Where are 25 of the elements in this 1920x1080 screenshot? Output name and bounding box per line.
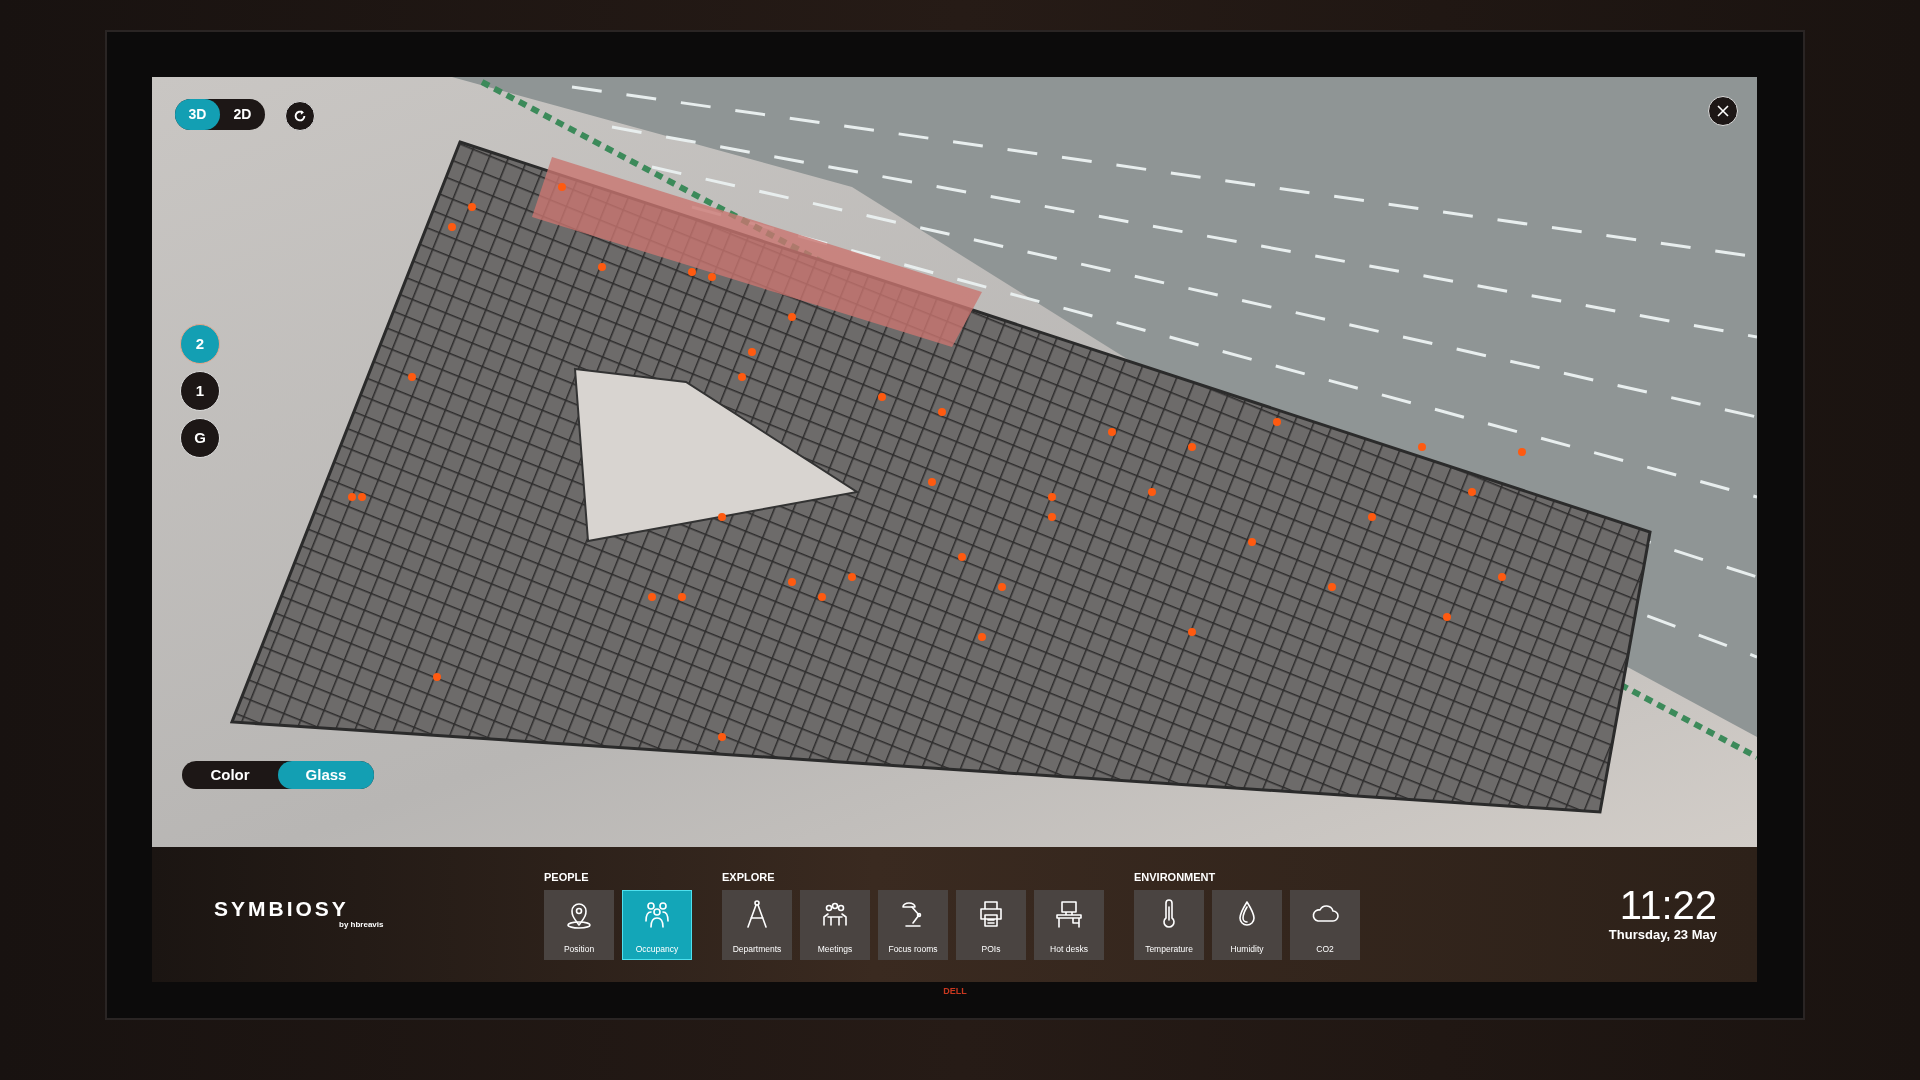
category-heading: PEOPLE xyxy=(544,870,590,886)
render-style-tab[interactable]: Color xyxy=(182,761,278,789)
floor-button[interactable]: G xyxy=(180,418,220,458)
desk-computer-icon xyxy=(1054,898,1084,929)
feature-tile-button[interactable]: Departments xyxy=(722,889,792,960)
refresh-button[interactable] xyxy=(285,101,315,131)
feature-tile-button[interactable]: Humidity xyxy=(1212,889,1282,960)
clock-date: Thursday, 23 May xyxy=(1608,925,1717,944)
clock-time: 11:22 xyxy=(1619,884,1717,925)
feature-tile-button[interactable]: Position xyxy=(544,889,614,960)
feature-tile-button[interactable]: POIs xyxy=(956,889,1026,960)
brand-byline: by hbreavis xyxy=(339,919,384,931)
feature-tile-button[interactable]: Temperature xyxy=(1134,889,1204,960)
monitor-logo: DELL xyxy=(943,985,967,998)
feature-tile-button[interactable]: Hot desks xyxy=(1034,889,1104,960)
floor-button[interactable]: 1 xyxy=(180,371,220,411)
feature-tile-button[interactable]: Meetings xyxy=(800,889,870,960)
brand-logo: SYMBIOSY xyxy=(214,898,349,919)
category-heading: ENVIRONMENT xyxy=(1134,870,1217,886)
feature-tile-button[interactable]: CO2 xyxy=(1290,889,1360,960)
refresh-icon xyxy=(293,109,307,123)
view-mode-tab[interactable]: 2D xyxy=(220,99,265,130)
category-heading: EXPLORE xyxy=(722,870,776,886)
close-icon xyxy=(1717,105,1729,117)
feature-tile-button[interactable]: Focus rooms xyxy=(878,889,948,960)
